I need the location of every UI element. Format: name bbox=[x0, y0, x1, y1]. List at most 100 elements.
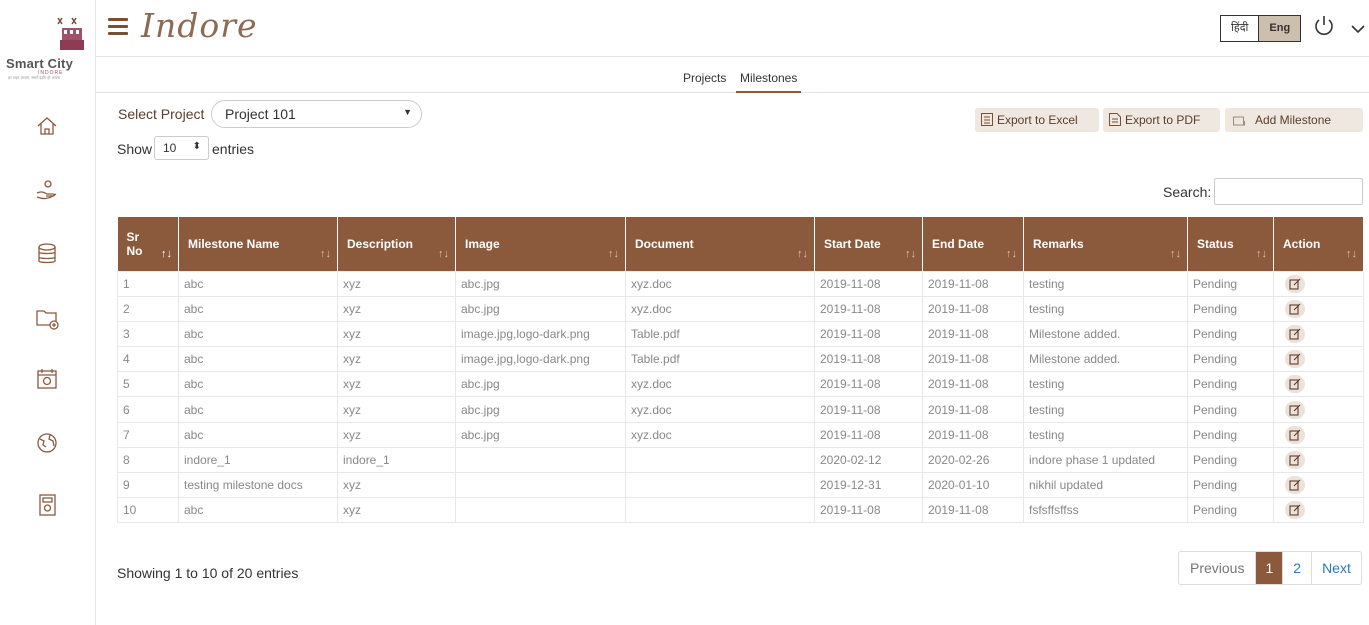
table-row: 6 abc xyz abc.jpg xyz.doc 2019-11-08 2019-11-0… bbox=[117, 396, 1364, 423]
edit-icon[interactable] bbox=[1285, 425, 1305, 444]
table-cell: xyz bbox=[337, 295, 456, 322]
edit-icon[interactable] bbox=[1285, 450, 1305, 469]
column-header-label: Milestone Name bbox=[188, 236, 280, 251]
table-cell: abc bbox=[178, 295, 338, 322]
table-cell: abc.jpg bbox=[455, 270, 626, 297]
table-cell: 2020-01-10 bbox=[922, 471, 1024, 499]
brand-title: Indore bbox=[141, 6, 258, 45]
table-cell: xyz.doc bbox=[625, 371, 815, 398]
table-cell: 2019-11-08 bbox=[814, 295, 923, 322]
table-cell: image.jpg,logo-dark.png bbox=[455, 346, 626, 373]
table-cell bbox=[625, 446, 815, 474]
action-cell bbox=[1273, 295, 1364, 322]
table-cell: 10 bbox=[117, 497, 179, 524]
table-cell: abc bbox=[178, 421, 338, 448]
table-cell bbox=[455, 471, 626, 499]
column-header-start-date[interactable]: Start Date ↑↓ bbox=[814, 217, 923, 271]
column-header-image[interactable]: Image ↑↓ bbox=[455, 217, 626, 271]
page-1-button[interactable]: 1 bbox=[1255, 552, 1283, 584]
edit-icon[interactable] bbox=[1285, 350, 1305, 369]
table-cell: Milestone added. bbox=[1023, 320, 1188, 348]
logo-tagline: हर शहर अपना, स्मार्ट इंदौर हो अपना bbox=[8, 75, 61, 80]
export-pdf-label: Export to PDF bbox=[1125, 113, 1201, 127]
column-header-milestone-name[interactable]: Milestone Name ↑↓ bbox=[178, 217, 338, 271]
column-header-status[interactable]: Status ↑↓ bbox=[1187, 217, 1274, 271]
export-excel-button[interactable]: Export to Excel bbox=[975, 108, 1099, 132]
table-cell: indore_1 bbox=[178, 446, 338, 474]
table-cell: 3 bbox=[117, 320, 179, 348]
table-cell: xyz bbox=[337, 396, 456, 423]
table-header-row: Sr No ↑↓ Milestone Name ↑↓ Description ↑↓ Imag… bbox=[117, 217, 1364, 271]
hand-icon[interactable] bbox=[34, 177, 60, 203]
globe-icon[interactable] bbox=[34, 430, 60, 456]
page-2-button[interactable]: 2 bbox=[1282, 552, 1311, 584]
edit-icon[interactable] bbox=[1285, 375, 1305, 394]
sort-icon: ↑↓ bbox=[608, 247, 619, 260]
column-header-description[interactable]: Description ↑↓ bbox=[337, 217, 456, 271]
edit-icon[interactable] bbox=[1285, 501, 1305, 520]
edit-icon[interactable] bbox=[1285, 274, 1305, 293]
export-excel-label: Export to Excel bbox=[997, 113, 1078, 127]
search-input[interactable] bbox=[1214, 178, 1363, 205]
logo-emblem-icon bbox=[57, 17, 84, 50]
table-cell: xyz.doc bbox=[625, 421, 815, 448]
action-cell bbox=[1273, 371, 1364, 398]
folder-add-icon[interactable] bbox=[34, 305, 60, 331]
table-info: Showing 1 to 10 of 20 entries bbox=[117, 565, 299, 581]
table-cell: 7 bbox=[117, 421, 179, 448]
action-cell bbox=[1273, 396, 1364, 423]
entries-select[interactable]: 10 ⬍ bbox=[154, 136, 209, 160]
tab-projects[interactable]: Projects bbox=[683, 71, 726, 85]
table-cell: xyz bbox=[337, 421, 456, 448]
home-icon[interactable] bbox=[34, 113, 60, 139]
table-cell: 2019-11-08 bbox=[814, 270, 923, 297]
smart-city-logo[interactable]: Smart City INDORE हर शहर अपना, स्मार्ट इ… bbox=[6, 14, 90, 84]
next-page-button[interactable]: Next bbox=[1311, 552, 1361, 584]
project-select-value: Project 101 bbox=[225, 106, 296, 122]
column-header-action[interactable]: Action ↑↓ bbox=[1273, 217, 1364, 271]
table-cell: 2019-11-08 bbox=[922, 346, 1024, 373]
action-cell bbox=[1273, 270, 1364, 297]
project-select[interactable]: Project 101 ▼ bbox=[211, 100, 422, 128]
table-cell: Table.pdf bbox=[625, 346, 815, 373]
table-cell: 2019-11-08 bbox=[814, 371, 923, 398]
tab-milestones[interactable]: Milestones bbox=[736, 71, 802, 93]
previous-page-button[interactable]: Previous bbox=[1179, 552, 1255, 584]
add-milestone-button[interactable]: Add Milestone bbox=[1225, 108, 1363, 132]
calendar-icon[interactable] bbox=[34, 366, 60, 392]
table-cell: xyz.doc bbox=[625, 396, 815, 423]
table-cell: 9 bbox=[117, 471, 179, 499]
lang-hindi-button[interactable]: हिंदी bbox=[1221, 16, 1259, 41]
table-cell: abc bbox=[178, 320, 338, 348]
column-header-label: Document bbox=[635, 236, 694, 251]
lang-english-button[interactable]: Eng bbox=[1258, 16, 1301, 41]
column-header-remarks[interactable]: Remarks ↑↓ bbox=[1023, 217, 1188, 271]
menu-icon[interactable] bbox=[108, 18, 128, 36]
table-cell: Milestone added. bbox=[1023, 346, 1188, 373]
export-pdf-button[interactable]: Export to PDF bbox=[1103, 108, 1220, 132]
table-cell: Pending bbox=[1187, 396, 1274, 423]
table-cell: 2019-11-08 bbox=[922, 295, 1024, 322]
edit-icon[interactable] bbox=[1285, 299, 1305, 318]
select-project-label: Select Project bbox=[118, 106, 205, 122]
power-icon[interactable] bbox=[1312, 14, 1336, 38]
column-header-sr-no[interactable]: Sr No ↑↓ bbox=[117, 217, 179, 271]
add-milestone-label: Add Milestone bbox=[1255, 113, 1332, 127]
column-header-document[interactable]: Document ↑↓ bbox=[625, 217, 815, 271]
chevron-down-icon[interactable] bbox=[1350, 22, 1366, 36]
table-cell: 2019-11-08 bbox=[922, 421, 1024, 448]
table-cell: xyz bbox=[337, 346, 456, 373]
database-icon[interactable] bbox=[34, 241, 60, 267]
report-icon[interactable] bbox=[34, 492, 60, 518]
edit-icon[interactable] bbox=[1285, 324, 1305, 343]
table-row: 4 abc xyz image.jpg,logo-dark.png Table.pdf 2… bbox=[117, 346, 1364, 373]
edit-icon[interactable] bbox=[1285, 400, 1305, 419]
table-row: 5 abc xyz abc.jpg xyz.doc 2019-11-08 2019-11-0… bbox=[117, 371, 1364, 398]
edit-icon[interactable] bbox=[1285, 476, 1305, 495]
table-cell: testing bbox=[1023, 270, 1188, 297]
table-row: 1 abc xyz abc.jpg xyz.doc 2019-11-08 2019-11-0… bbox=[117, 270, 1364, 297]
table-cell: abc.jpg bbox=[455, 396, 626, 423]
column-header-end-date[interactable]: End Date ↑↓ bbox=[922, 217, 1024, 271]
column-header-label: Description bbox=[347, 236, 414, 251]
table-cell: abc.jpg bbox=[455, 295, 626, 322]
